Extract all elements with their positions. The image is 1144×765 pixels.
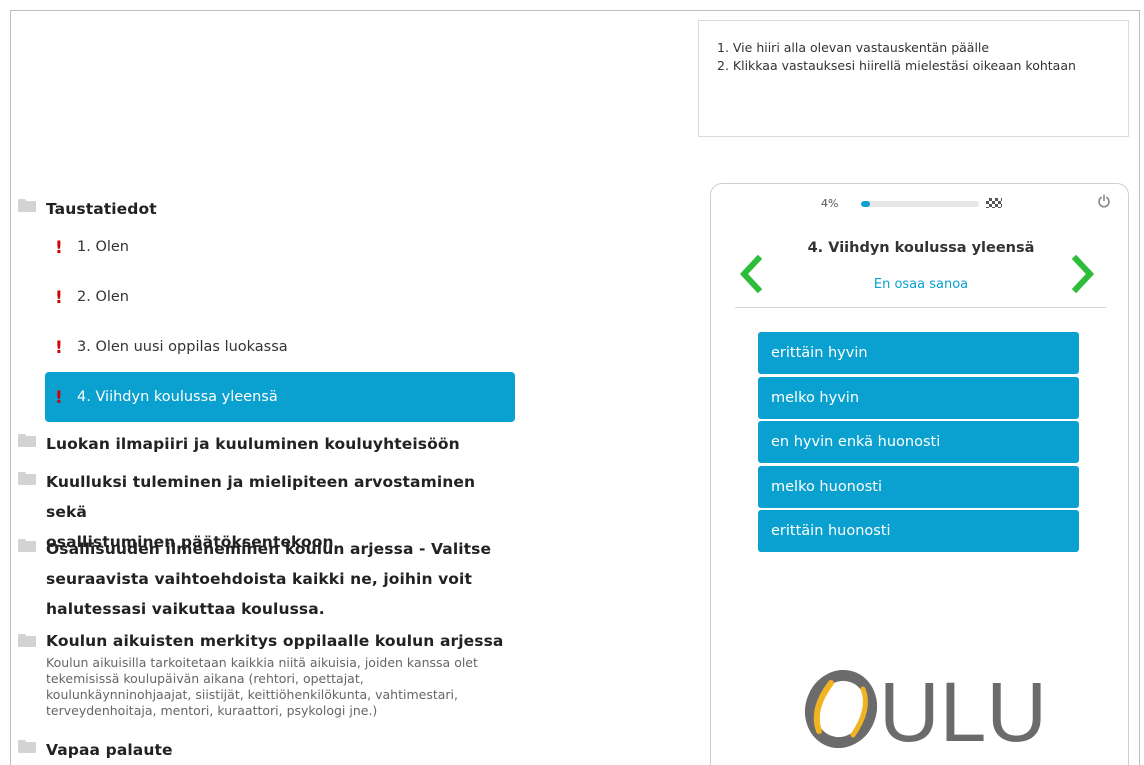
answer-button-melko-huonosti[interactable]: melko huonosti [758, 465, 1079, 508]
answer-options: erittäin hyvin melko hyvin en hyvin enkä… [758, 332, 1080, 555]
section-title-line-2: seuraavista vaihtoehdoista kaikki ne, jo… [46, 570, 472, 588]
exclamation-icon: ! [55, 388, 63, 408]
progress-bar [861, 201, 979, 207]
section-title-line-1: Osallisuuden ilmeneminen koulun arjessa … [46, 540, 492, 558]
section-title: Vapaa palaute [46, 741, 173, 759]
question-title: 4. Viihdyn koulussa yleensä [807, 240, 1035, 256]
instruction-line-2: 2. Klikkaa vastauksesi hiirellä mielestä… [717, 58, 1076, 73]
current-answer: En osaa sanoa [873, 277, 969, 292]
answer-button-erittain-hyvin[interactable]: erittäin hyvin [758, 332, 1079, 374]
section-title: Koulun aikuisten merkitys oppilaalle kou… [46, 632, 504, 650]
answer-button-en-hyvin-enka-huonosti[interactable]: en hyvin enkä huonosti [758, 421, 1079, 463]
instruction-line-1: 1. Vie hiiri alla olevan vastauskentän p… [717, 40, 990, 55]
section-title: Luokan ilmapiiri ja kuuluminen kouluyhte… [46, 435, 460, 453]
question-label: 3. Olen uusi oppilas luokassa [77, 339, 288, 355]
question-item-3[interactable]: ! 3. Olen uusi oppilas luokassa [45, 322, 515, 372]
question-label: 2. Olen [77, 289, 129, 305]
progress-percent: 4% [821, 197, 839, 210]
folder-icon [18, 634, 36, 647]
section-osallisuuden-ilmeneminen[interactable]: Osallisuuden ilmeneminen koulun arjessa … [18, 534, 518, 624]
section-vapaa-palaute[interactable]: Vapaa palaute [18, 735, 518, 765]
power-icon[interactable] [1097, 194, 1111, 208]
section-taustatiedot[interactable]: Taustatiedot [18, 194, 518, 224]
section-title: Taustatiedot [46, 200, 157, 218]
question-panel: 4% 4. Viihdyn koulussa yleensä En osaa s… [710, 183, 1129, 765]
section-koulun-aikuisten-merkitys[interactable]: Koulun aikuisten merkitys oppilaalle kou… [18, 629, 518, 719]
question-item-2[interactable]: ! 2. Olen [45, 272, 515, 322]
oulu-logo: ULU [805, 669, 1047, 749]
folder-icon [18, 740, 36, 753]
folder-icon [18, 434, 36, 447]
logo-text: ULU [879, 669, 1047, 749]
chevron-left-icon[interactable] [737, 254, 763, 294]
description-line: koulunkäynninohjaajat, siistijät, keitti… [46, 687, 458, 702]
instructions-box: 1. Vie hiiri alla olevan vastauskentän p… [698, 20, 1129, 137]
question-item-1[interactable]: ! 1. Olen [45, 222, 515, 272]
section-luokan-ilmapiiri[interactable]: Luokan ilmapiiri ja kuuluminen kouluyhte… [18, 429, 518, 459]
description-line: tekemisissä koulupäivän aikana (rehtori,… [46, 671, 364, 686]
question-label: 4. Viihdyn koulussa yleensä [77, 389, 278, 405]
exclamation-icon: ! [55, 238, 63, 258]
divider [735, 307, 1106, 308]
description-line: Koulun aikuisilla tarkoitetaan kaikkia n… [46, 655, 478, 670]
progress-row: 4% [711, 196, 1130, 212]
section-title-line-1: Kuulluksi tuleminen ja mielipiteen arvos… [46, 473, 476, 521]
folder-icon [18, 539, 36, 552]
question-label: 1. Olen [77, 239, 129, 255]
progress-bar-fill [861, 201, 871, 207]
section-title-line-3: halutessasi vaikuttaa koulussa. [46, 600, 325, 618]
checkered-flag-icon [986, 198, 1002, 208]
folder-icon [18, 472, 36, 485]
question-item-4-active[interactable]: ! 4. Viihdyn koulussa yleensä [45, 372, 515, 422]
exclamation-icon: ! [55, 288, 63, 308]
folder-icon [18, 199, 36, 212]
section-description: Koulun aikuisilla tarkoitetaan kaikkia n… [46, 655, 503, 719]
answer-button-melko-hyvin[interactable]: melko hyvin [758, 376, 1079, 419]
chevron-right-icon[interactable] [1071, 254, 1097, 294]
exclamation-icon: ! [55, 338, 63, 358]
answer-button-erittain-huonosti[interactable]: erittäin huonosti [758, 510, 1079, 552]
description-line: terveydenhoitaja, mentori, kuraattori, p… [46, 703, 378, 718]
